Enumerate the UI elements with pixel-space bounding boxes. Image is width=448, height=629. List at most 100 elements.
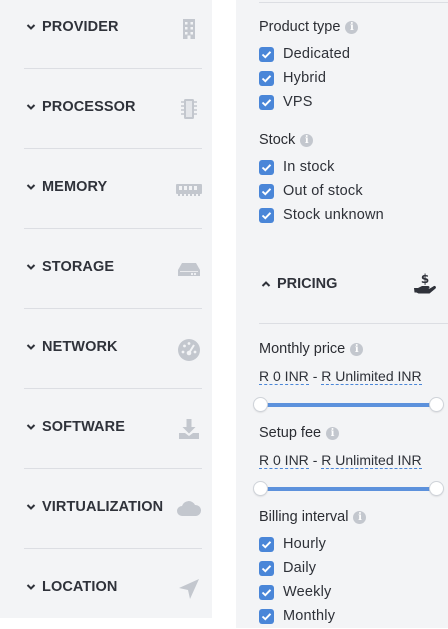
category-software[interactable]: SOFTWARE [24, 389, 202, 469]
download-icon [179, 419, 199, 439]
category-network[interactable]: NETWORK [24, 309, 202, 389]
category-memory[interactable]: MEMORY [24, 149, 202, 229]
checkbox-hourly[interactable]: Hourly [259, 535, 448, 555]
category-location[interactable]: LOCATION [24, 549, 202, 629]
checkbox-checked[interactable] [259, 585, 274, 600]
checkbox-checked[interactable] [259, 537, 274, 552]
checkbox-checked[interactable] [259, 561, 274, 576]
info-icon[interactable]: i [350, 343, 364, 356]
checkbox-checked[interactable] [259, 71, 274, 86]
checkbox-label: Hybrid [283, 70, 327, 86]
slider-track [261, 487, 438, 491]
category-provider[interactable]: PROVIDER [24, 0, 202, 69]
checkbox-label: Daily [283, 560, 317, 576]
checkbox-weekly[interactable]: Weekly [259, 583, 448, 603]
checkbox-checked[interactable] [259, 609, 274, 624]
chevron-down-icon [26, 24, 36, 30]
setup-fee-slider[interactable] [254, 482, 448, 496]
setup-fee-title: Setup fee i [259, 425, 340, 441]
chevron-down-icon [26, 264, 36, 270]
checkbox-label: Monthly [283, 608, 336, 624]
checkbox-checked[interactable] [259, 95, 274, 110]
chevron-down-icon [26, 424, 36, 430]
range-separator: - [312, 368, 318, 384]
category-label: MEMORY [42, 179, 108, 195]
category-label: LOCATION [42, 579, 118, 595]
svg-text:$: $ [421, 272, 429, 286]
category-processor[interactable]: PROCESSOR [24, 69, 202, 149]
monthly-price-max[interactable]: R Unlimited INR [321, 368, 422, 385]
slider-max-handle[interactable] [430, 398, 443, 411]
monthly-price-slider[interactable] [254, 398, 448, 412]
hand-dollar-icon: $ [414, 272, 436, 294]
checkbox-checked[interactable] [259, 184, 274, 199]
checkbox-stock-unknown[interactable]: Stock unknown [259, 206, 448, 226]
setup-fee-range[interactable]: R 0 INR - R Unlimited INR [259, 452, 422, 469]
section-label: Monthly price [259, 341, 346, 357]
filter-options-panel: Product type i Dedicated Hybrid VPS Stock… [236, 0, 448, 628]
cpu-icon [181, 99, 197, 119]
hard-drive-icon [178, 263, 200, 276]
category-label: NETWORK [42, 339, 118, 355]
checkbox-in-stock[interactable]: In stock [259, 158, 448, 178]
checkbox-daily[interactable]: Daily [259, 559, 448, 579]
speedometer-icon [178, 339, 200, 361]
monthly-price-range[interactable]: R 0 INR - R Unlimited INR [259, 368, 422, 385]
chevron-down-icon [26, 344, 36, 350]
checkbox-label: Hourly [283, 536, 327, 552]
pricing-label: PRICING [277, 276, 338, 292]
checkbox-vps[interactable]: VPS [259, 93, 448, 113]
setup-fee-max[interactable]: R Unlimited INR [321, 452, 422, 469]
chevron-down-icon [26, 184, 36, 190]
category-label: SOFTWARE [42, 419, 125, 435]
divider [259, 2, 448, 3]
building-icon [183, 19, 195, 39]
checkbox-dedicated[interactable]: Dedicated [259, 45, 448, 65]
cloud-icon [177, 501, 202, 516]
checkbox-label: VPS [283, 94, 313, 110]
checkbox-label: Out of stock [283, 183, 363, 199]
checkbox-label: Dedicated [283, 46, 351, 62]
info-icon[interactable]: i [353, 511, 367, 524]
location-arrow-icon [179, 579, 199, 599]
section-label: Stock [259, 132, 296, 148]
info-icon[interactable]: i [326, 427, 340, 440]
category-virtualization[interactable]: VIRTUALIZATION [24, 469, 202, 549]
checkbox-checked[interactable] [259, 160, 274, 175]
slider-min-handle[interactable] [254, 398, 267, 411]
slider-min-handle[interactable] [254, 482, 267, 495]
setup-fee-min[interactable]: R 0 INR [259, 452, 309, 469]
checkbox-checked[interactable] [259, 47, 274, 62]
filter-categories-panel: PROVIDER PROCESSOR MEMORY STORAGE NETWOR… [0, 0, 212, 618]
monthly-price-min[interactable]: R 0 INR [259, 368, 309, 385]
category-label: PROCESSOR [42, 99, 136, 115]
checkbox-out-of-stock[interactable]: Out of stock [259, 182, 448, 202]
monthly-price-title: Monthly price i [259, 341, 364, 357]
section-label: Setup fee [259, 425, 322, 441]
ram-icon [176, 184, 202, 196]
chevron-down-icon [26, 504, 36, 510]
category-label: PROVIDER [42, 19, 119, 35]
info-icon[interactable]: i [300, 134, 314, 147]
checkbox-label: Weekly [283, 584, 332, 600]
range-separator: - [312, 452, 318, 468]
category-label: VIRTUALIZATION [42, 499, 164, 515]
chevron-up-icon [261, 281, 271, 287]
section-label: Billing interval [259, 509, 349, 525]
category-label: STORAGE [42, 259, 115, 275]
chevron-down-icon [26, 104, 36, 110]
chevron-down-icon [26, 584, 36, 590]
info-icon[interactable]: i [345, 21, 359, 34]
stock-title: Stock i [259, 132, 314, 148]
checkbox-checked[interactable] [259, 208, 274, 223]
checkbox-hybrid[interactable]: Hybrid [259, 69, 448, 89]
pricing-section-header[interactable]: PRICING $ [259, 270, 448, 324]
section-label: Product type [259, 19, 341, 35]
checkbox-label: In stock [283, 159, 335, 175]
checkbox-label: Stock unknown [283, 207, 384, 223]
checkbox-monthly[interactable]: Monthly [259, 607, 448, 627]
slider-max-handle[interactable] [430, 482, 443, 495]
billing-interval-title: Billing interval i [259, 509, 367, 525]
category-storage[interactable]: STORAGE [24, 229, 202, 309]
product-type-title: Product type i [259, 19, 359, 35]
